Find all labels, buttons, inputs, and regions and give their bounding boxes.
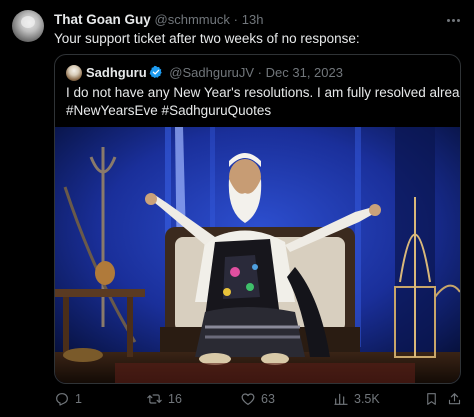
quoted-tweet-text: I do not have any New Year's resolutions… — [66, 84, 461, 120]
quoted-text-hashtags[interactable]: #NewYearsEve #SadhguruQuotes — [66, 102, 456, 120]
tweet[interactable]: That Goan Guy @schmmuck · 13h Your suppo… — [0, 0, 474, 417]
quoted-header-separator: · — [257, 65, 263, 80]
like-count: 63 — [261, 392, 275, 406]
photo-illustration — [55, 127, 460, 383]
views-count: 3.5K — [354, 392, 380, 406]
header-separator: · — [233, 12, 238, 27]
author-handle[interactable]: @schmmuck — [155, 12, 230, 27]
like-button[interactable]: 63 — [240, 389, 275, 409]
share-icon — [448, 393, 461, 405]
quoted-tweet[interactable]: Sadhguru @SadhguruJV · Dec 31, 2023 I do… — [54, 54, 461, 384]
views-chart-icon — [334, 393, 348, 405]
quoted-tweet-header: Sadhguru @SadhguruJV · Dec 31, 2023 — [86, 64, 343, 82]
quoted-author-handle[interactable]: @SadhguruJV — [169, 65, 254, 80]
repost-icon — [147, 394, 162, 404]
reply-count: 1 — [75, 392, 82, 406]
heart-icon — [241, 393, 255, 405]
views-button[interactable]: 3.5K — [333, 389, 380, 409]
reply-icon — [56, 393, 68, 406]
share-button[interactable] — [447, 389, 462, 409]
tweet-header: That Goan Guy @schmmuck · 13h — [54, 11, 263, 29]
tweet-actions-bar: 1 16 63 3.5K — [54, 389, 464, 409]
tweet-text: Your support ticket after two weeks of n… — [54, 31, 360, 46]
quoted-text-line-1: I do not have any New Year's resolutions… — [66, 85, 461, 100]
repost-button[interactable]: 16 — [146, 389, 182, 409]
quoted-tweet-photo[interactable] — [55, 127, 460, 383]
repost-count: 16 — [168, 392, 182, 406]
quoted-author-avatar[interactable] — [66, 65, 82, 81]
author-avatar[interactable] — [12, 10, 44, 42]
quoted-tweet-date[interactable]: Dec 31, 2023 — [266, 65, 343, 80]
bookmark-icon — [427, 393, 436, 405]
quoted-author-name[interactable]: Sadhguru — [86, 65, 147, 80]
tweet-time[interactable]: 13h — [242, 12, 264, 27]
bookmark-button[interactable] — [424, 389, 439, 409]
more-dots-icon[interactable] — [444, 11, 462, 29]
verified-badge-icon — [149, 65, 162, 79]
author-name[interactable]: That Goan Guy — [54, 12, 151, 27]
reply-button[interactable]: 1 — [54, 389, 82, 409]
